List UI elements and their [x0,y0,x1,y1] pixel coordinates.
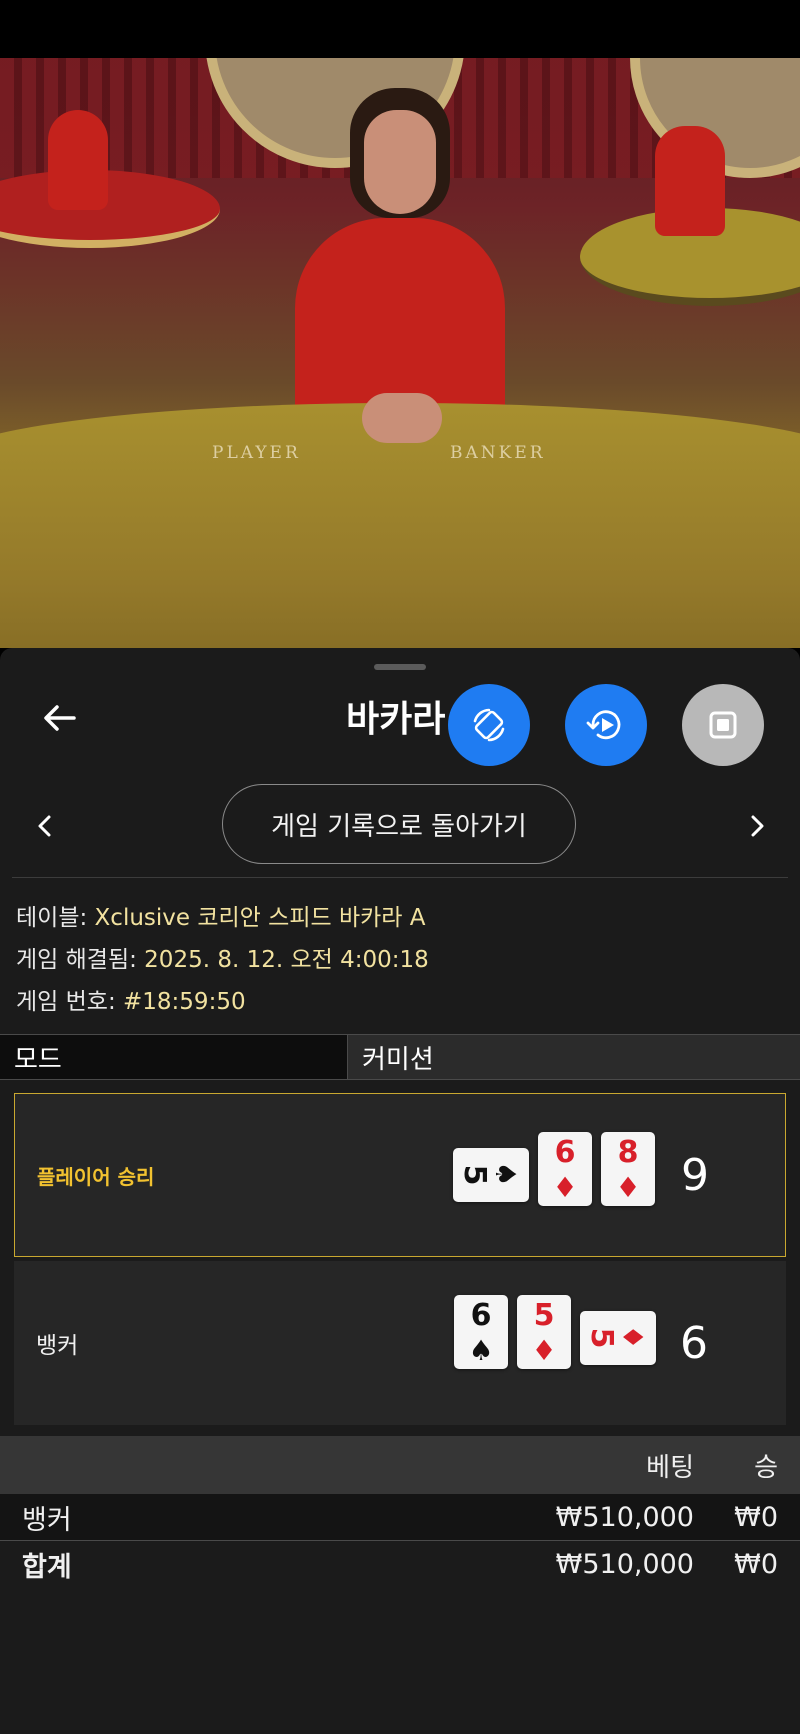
info-label: 게임 번호: [16,989,124,1015]
replay-icon [586,710,621,740]
card-rank: 5 [584,1327,619,1349]
total-win: ₩0 [734,1548,778,1580]
banker-result-label: 뱅커 [36,1333,79,1359]
player-result: 플레이어 승리 5 ♠ 6 ♦ 8 ♦ 9 [14,1093,786,1257]
game-number: #18:59:50 [123,989,246,1015]
win-column-header: 승 [754,1452,778,1483]
page-title: 바카라 [346,699,446,740]
game-number-info: 게임 번호: #18:59:50 [16,982,246,1016]
banker-card-1: 6 ♠ [454,1295,508,1369]
card-rank: 5 [533,1298,555,1333]
card-suit: ♦ [615,1171,641,1204]
table-label-player: PLAYER [212,443,301,463]
mode-row: 모드 커미션 [0,1034,800,1080]
resolved-info: 게임 해결됨: 2025. 8. 12. 오전 4:00:18 [16,940,429,974]
card-rank: 6 [554,1135,576,1170]
info-label: 게임 해결됨: [16,947,145,973]
card-suit: ♦ [552,1171,578,1204]
bottom-sheet: 바카라 게임 기록으로 돌아가기 테이블: Xclusive 코리안 스피드 바… [0,648,800,1734]
divider [12,877,788,878]
bets-table-header: 베팅 승 [0,1436,800,1494]
total-bet: ₩510,000 [555,1548,694,1580]
info-label: 테이블: [16,905,95,931]
rotate-screen-icon [473,708,505,742]
side-table [0,170,220,248]
stop-icon [709,711,737,739]
live-video: PLAYER BANKER [0,58,800,648]
banker-result: 뱅커 6 ♠ 5 ♦ 5 ♦ 6 [14,1261,786,1425]
table-name: Xclusive 코리안 스피드 바카라 A [94,905,426,931]
card-rank: 6 [470,1298,492,1333]
bet-amount: ₩510,000 [555,1501,694,1533]
bet-column-header: 베팅 [646,1452,694,1483]
total-label: 합계 [22,1551,72,1583]
banker-card-2: 5 ♦ [517,1295,571,1369]
card-suit: ♦ [531,1334,557,1367]
card-suit: ♠ [489,1161,522,1187]
resolved-time: 2025. 8. 12. 오전 4:00:18 [144,947,429,973]
player-card-3: 8 ♦ [601,1132,655,1206]
chevron-left-icon[interactable] [30,811,60,841]
win-amount: ₩0 [734,1501,778,1533]
side-dealer [48,110,108,210]
card-suit: ♠ [468,1334,494,1367]
table-label-banker: BANKER [450,443,546,463]
player-result-label: 플레이어 승리 [37,1164,155,1189]
card-rank: 8 [617,1135,639,1170]
card-rank: 5 [457,1164,492,1186]
drag-handle[interactable] [374,664,426,670]
player-score: 9 [681,1149,709,1201]
dealer-face [364,110,436,214]
stop-button[interactable] [682,684,764,766]
replay-button[interactable] [565,684,647,766]
player-card-2: 6 ♦ [538,1132,592,1206]
mode-label: 모드 [0,1034,348,1080]
bet-name: 뱅커 [22,1504,72,1536]
table-row: 뱅커 ₩510,000 ₩0 [0,1494,800,1541]
total-row: 합계 ₩510,000 ₩0 [0,1541,800,1587]
mode-value: 커미션 [348,1034,800,1080]
arrow-left-icon[interactable] [38,696,82,740]
banker-card-3: 5 ♦ [580,1311,656,1365]
dealer-hands [362,393,442,443]
return-to-history-button[interactable]: 게임 기록으로 돌아가기 [222,784,576,864]
side-dealer [655,126,725,236]
table-info: 테이블: Xclusive 코리안 스피드 바카라 A [16,898,425,932]
card-suit: ♦ [616,1324,649,1350]
player-card-1: 5 ♠ [453,1148,529,1202]
banker-score: 6 [680,1317,708,1369]
rotate-screen-button[interactable] [448,684,530,766]
chevron-right-icon[interactable] [742,811,772,841]
status-bar [0,0,800,58]
